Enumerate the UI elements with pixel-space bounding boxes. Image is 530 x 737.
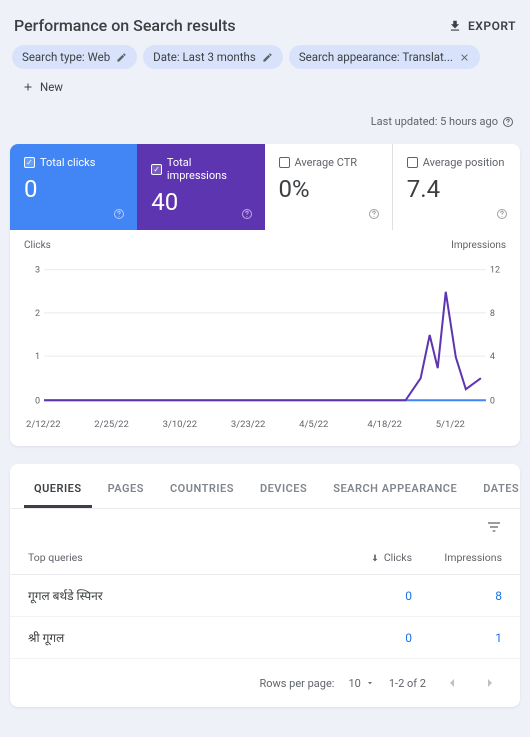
chip-label: Search type: Web [22, 50, 110, 64]
tabs-bar: QUERIES PAGES COUNTRIES DEVICES SEARCH A… [10, 464, 520, 509]
metric-average-position[interactable]: Average position 7.4 [393, 144, 520, 230]
last-updated-text: Last updated: 5 hours ago [371, 115, 498, 128]
new-filter-button[interactable]: New [12, 75, 73, 99]
clicks-cell: 0 [322, 589, 412, 603]
metric-value: 40 [151, 188, 250, 216]
chip-label: Date: Last 3 months [153, 50, 256, 64]
last-updated: Last updated: 5 hours ago [10, 105, 520, 144]
query-cell: श्री गूगल [28, 629, 322, 646]
svg-text:0: 0 [35, 396, 40, 406]
page-title: Performance on Search results [14, 16, 236, 35]
right-axis-label: Impressions [451, 240, 506, 251]
page-range: 1-2 of 2 [389, 677, 426, 690]
svg-text:8: 8 [490, 309, 495, 319]
rows-per-page-label: Rows per page: [259, 677, 334, 690]
table-card: QUERIES PAGES COUNTRIES DEVICES SEARCH A… [10, 464, 520, 707]
chip-search-type[interactable]: Search type: Web [12, 45, 137, 69]
tab-dates[interactable]: DATES [473, 472, 520, 508]
x-axis-ticks: 2/12/22 2/25/22 3/10/22 3/23/22 4/5/22 4… [24, 415, 506, 430]
metric-value: 7.4 [407, 175, 506, 203]
filter-icon[interactable] [486, 519, 502, 535]
new-label: New [40, 80, 63, 94]
help-icon[interactable] [496, 208, 508, 220]
svg-text:4: 4 [490, 352, 495, 362]
svg-text:2: 2 [35, 309, 40, 319]
metric-label: Total impressions [167, 156, 251, 182]
metric-label: Average position [423, 156, 505, 169]
svg-text:1: 1 [35, 352, 40, 362]
download-icon [448, 19, 462, 33]
filter-chips: Search type: Web Date: Last 3 months Sea… [10, 45, 520, 105]
impressions-cell: 8 [412, 589, 502, 603]
rows-per-page-select[interactable]: 10 [348, 677, 374, 690]
tab-countries[interactable]: COUNTRIES [160, 472, 244, 508]
prev-page-button[interactable] [440, 671, 464, 695]
header-impressions[interactable]: Impressions [412, 551, 502, 564]
plus-icon [22, 81, 34, 93]
impressions-line [44, 292, 481, 400]
edit-icon [116, 52, 127, 63]
metric-total-clicks[interactable]: ✓ Total clicks 0 [10, 144, 137, 230]
table-row[interactable]: गूगल बर्थडे स्पिनर 0 8 [10, 575, 520, 617]
metric-label: Average CTR [295, 156, 358, 169]
next-page-button[interactable] [478, 671, 502, 695]
chart-svg: 3 2 1 0 12 8 4 0 [24, 255, 506, 415]
chevron-down-icon [365, 678, 375, 688]
close-icon[interactable] [459, 52, 470, 63]
header-clicks[interactable]: Clicks [322, 551, 412, 564]
help-icon[interactable] [113, 208, 125, 220]
clicks-cell: 0 [322, 631, 412, 645]
checkbox-checked-icon: ✓ [24, 157, 35, 168]
checkbox-unchecked-icon [407, 157, 418, 168]
tab-devices[interactable]: DEVICES [250, 472, 317, 508]
help-icon[interactable] [241, 208, 253, 220]
checkbox-unchecked-icon [279, 157, 290, 168]
pager: Rows per page: 10 1-2 of 2 [10, 659, 520, 707]
metric-total-impressions[interactable]: ✓ Total impressions 40 [137, 144, 264, 230]
table-header: Top queries Clicks Impressions [10, 541, 520, 575]
metric-label: Total clicks [40, 156, 95, 169]
impressions-cell: 1 [412, 631, 502, 645]
chip-label: Search appearance: Translat... [299, 50, 453, 64]
query-cell: गूगल बर्थडे स्पिनर [28, 587, 322, 604]
svg-text:0: 0 [490, 396, 495, 406]
checkbox-checked-icon: ✓ [151, 164, 162, 175]
table-row[interactable]: श्री गूगल 0 1 [10, 617, 520, 659]
header-query: Top queries [28, 551, 322, 564]
svg-text:3: 3 [35, 266, 40, 276]
metrics-card: ✓ Total clicks 0 ✓ Total impressions 40 … [10, 144, 520, 446]
metric-value: 0 [24, 175, 123, 203]
svg-text:12: 12 [490, 266, 500, 276]
export-label: EXPORT [468, 19, 516, 33]
help-icon[interactable] [502, 116, 514, 128]
tab-pages[interactable]: PAGES [98, 472, 154, 508]
left-axis-label: Clicks [24, 240, 51, 251]
chip-search-appearance[interactable]: Search appearance: Translat... [289, 45, 480, 69]
tab-queries[interactable]: QUERIES [24, 472, 92, 508]
chip-date[interactable]: Date: Last 3 months [143, 45, 283, 69]
help-icon[interactable] [368, 208, 380, 220]
chart-area: Clicks Impressions 3 2 1 0 [10, 230, 520, 446]
metric-value: 0% [279, 175, 378, 203]
edit-icon [262, 52, 273, 63]
metric-average-ctr[interactable]: Average CTR 0% [265, 144, 393, 230]
tab-search-appearance[interactable]: SEARCH APPEARANCE [323, 472, 467, 508]
sort-down-icon [370, 553, 380, 563]
export-button[interactable]: EXPORT [448, 19, 516, 33]
